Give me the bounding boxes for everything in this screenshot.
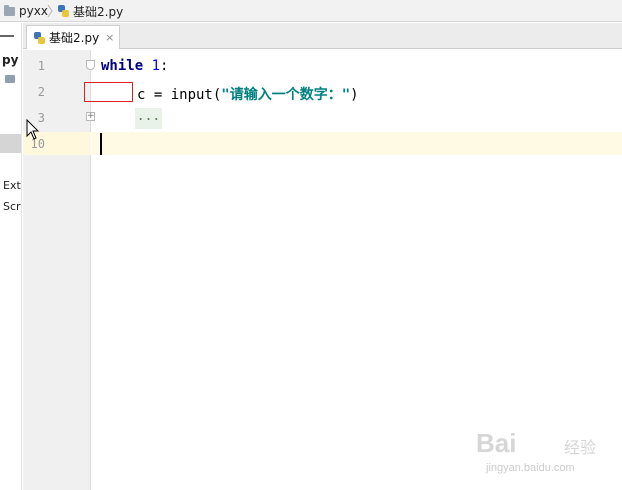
line-number: 2 — [37, 85, 45, 99]
code-line-2[interactable]: c = input("请输入一个数字：") — [137, 84, 359, 104]
watermark: Bai 经验 jingyan.baidu.com — [476, 428, 620, 482]
folder-icon — [4, 4, 15, 16]
python-file-icon — [34, 31, 45, 44]
navigation-bar: pyxx 基础2.py — [0, 0, 622, 22]
panel-menu-icon[interactable] — [0, 35, 14, 37]
breadcrumb-file-label: 基础2.py — [73, 4, 124, 19]
chevron-right-icon — [47, 4, 53, 18]
tab-label: 基础2.py — [49, 31, 100, 45]
number-token: 1 — [151, 58, 161, 74]
watermark-logo: Bai — [476, 428, 517, 458]
scratches-item[interactable]: Scr — [3, 200, 21, 213]
keyword-token: while — [101, 58, 144, 74]
code-line-1[interactable]: while 1: — [101, 58, 168, 74]
editor-tab-bar: 基础2.py × — [23, 23, 622, 49]
string-token: "请输入一个数字：" — [221, 87, 351, 103]
close-icon[interactable]: × — [105, 31, 114, 44]
folder-icon — [5, 75, 15, 83]
text-caret — [100, 133, 102, 155]
folded-code-placeholder[interactable]: ... — [135, 108, 162, 129]
project-tree-selected-row[interactable] — [0, 134, 21, 153]
project-panel[interactable]: py Ext Scr — [0, 23, 22, 490]
current-line-highlight — [92, 132, 622, 155]
tab-basic2-py[interactable]: 基础2.py × — [26, 25, 120, 49]
paren-token: ) — [350, 87, 359, 103]
watermark-url: jingyan.baidu.com — [486, 462, 575, 474]
python-file-icon — [58, 5, 69, 17]
indentation-highlight-box — [84, 82, 133, 102]
fold-marker-icon[interactable] — [86, 60, 95, 70]
breadcrumb-project-label: pyxx — [19, 4, 48, 18]
code-editor[interactable] — [92, 50, 622, 490]
expand-fold-icon[interactable] — [86, 112, 95, 121]
line-number: 1 — [37, 59, 45, 73]
mouse-pointer-icon — [26, 119, 40, 140]
breadcrumb-project[interactable]: pyxx — [4, 3, 48, 19]
external-libraries-item[interactable]: Ext — [3, 179, 21, 192]
project-root-label[interactable]: py — [2, 53, 18, 67]
colon-token: : — [160, 58, 169, 74]
assignment-token: c = input( — [137, 87, 222, 103]
breadcrumb-file[interactable]: 基础2.py — [58, 3, 123, 19]
watermark-logo-cn: 经验 — [564, 438, 597, 457]
